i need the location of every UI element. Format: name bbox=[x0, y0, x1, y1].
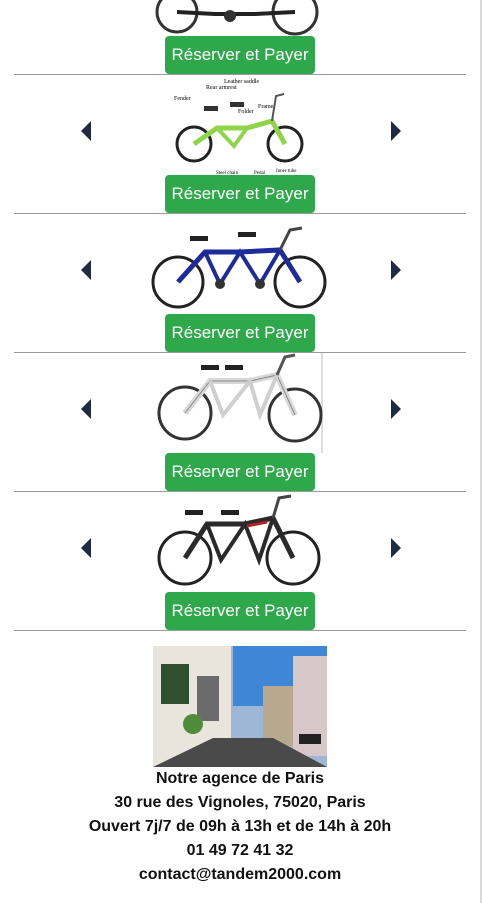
folding-tandem-diagram-image: Leather saddle Rear armrest Fender Frame… bbox=[174, 79, 304, 176]
reserve-pay-button[interactable]: Réserver et Payer bbox=[165, 36, 315, 74]
agency-email[interactable]: contact@tandem2000.com bbox=[0, 866, 480, 884]
diagram-label: Frame bbox=[258, 104, 274, 110]
reserve-pay-button[interactable]: Réserver et Payer bbox=[165, 314, 315, 352]
reserve-pay-button[interactable]: Réserver et Payer bbox=[165, 453, 315, 491]
next-arrow-icon[interactable] bbox=[389, 398, 403, 420]
tandem-bike-image bbox=[155, 0, 319, 36]
diagram-label: Inner tube bbox=[276, 169, 297, 174]
diagram-label: Rear armrest bbox=[206, 85, 237, 91]
agency-phone[interactable]: 01 49 72 41 32 bbox=[0, 842, 480, 860]
divider bbox=[14, 630, 466, 631]
prev-arrow-icon[interactable] bbox=[79, 259, 93, 281]
next-arrow-icon[interactable] bbox=[389, 259, 403, 281]
agency-title: Notre agence de Paris bbox=[155, 770, 325, 787]
prev-arrow-icon[interactable] bbox=[79, 537, 93, 559]
blue-tandem-bike-image bbox=[151, 226, 327, 309]
black-red-tandem-bike-image bbox=[157, 494, 321, 586]
diagram-label: Folder bbox=[238, 109, 254, 115]
agency-photo bbox=[153, 646, 327, 767]
reserve-pay-button[interactable]: Réserver et Payer bbox=[165, 175, 315, 213]
prev-arrow-icon[interactable] bbox=[79, 398, 93, 420]
prev-arrow-icon[interactable] bbox=[79, 120, 93, 142]
next-arrow-icon[interactable] bbox=[389, 537, 403, 559]
reserve-pay-button[interactable]: Réserver et Payer bbox=[165, 592, 315, 630]
divider bbox=[14, 213, 466, 214]
white-tandem-bike-image bbox=[157, 353, 323, 453]
divider bbox=[14, 74, 466, 75]
next-arrow-icon[interactable] bbox=[389, 120, 403, 142]
agency-address: 30 rue des Vignoles, 75020, Paris bbox=[114, 794, 366, 811]
agency-hours: Ouvert 7j/7 de 09h à 13h et de 14h à 20h bbox=[88, 818, 392, 835]
diagram-label: Fender bbox=[174, 96, 191, 102]
